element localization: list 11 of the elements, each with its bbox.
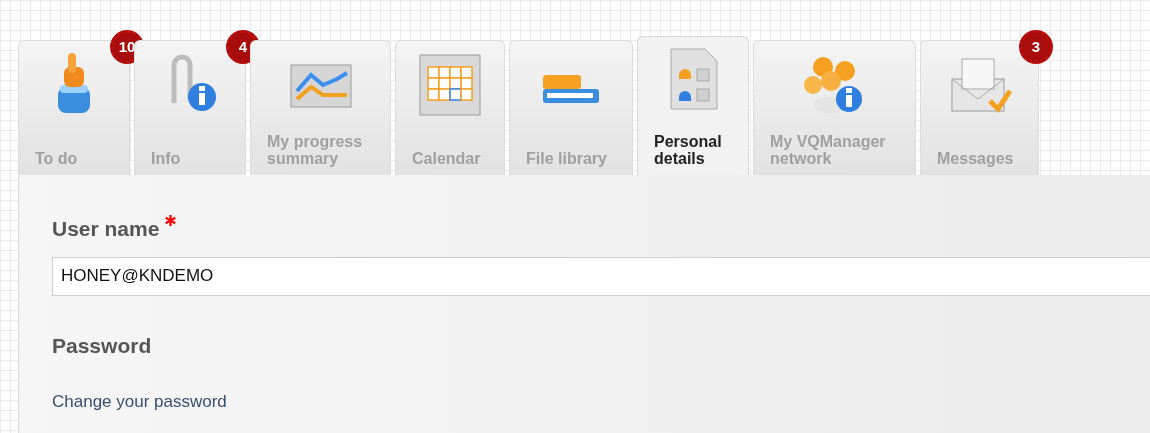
field-label: User name	[52, 216, 160, 242]
change-password-link[interactable]: Change your password	[52, 389, 227, 415]
tab[interactable]: Calendar	[395, 40, 505, 175]
tab[interactable]: My VQManager network	[753, 40, 916, 175]
tab[interactable]: Personal details	[637, 36, 749, 175]
tab[interactable]: My progress summary	[250, 40, 391, 175]
tab[interactable]: File library	[509, 40, 633, 175]
input-field[interactable]: HONEY@KNDEMO	[52, 256, 1150, 296]
count-badge: 3	[1019, 30, 1053, 64]
calendar-icon	[418, 53, 482, 117]
section-heading: Password	[52, 332, 153, 359]
